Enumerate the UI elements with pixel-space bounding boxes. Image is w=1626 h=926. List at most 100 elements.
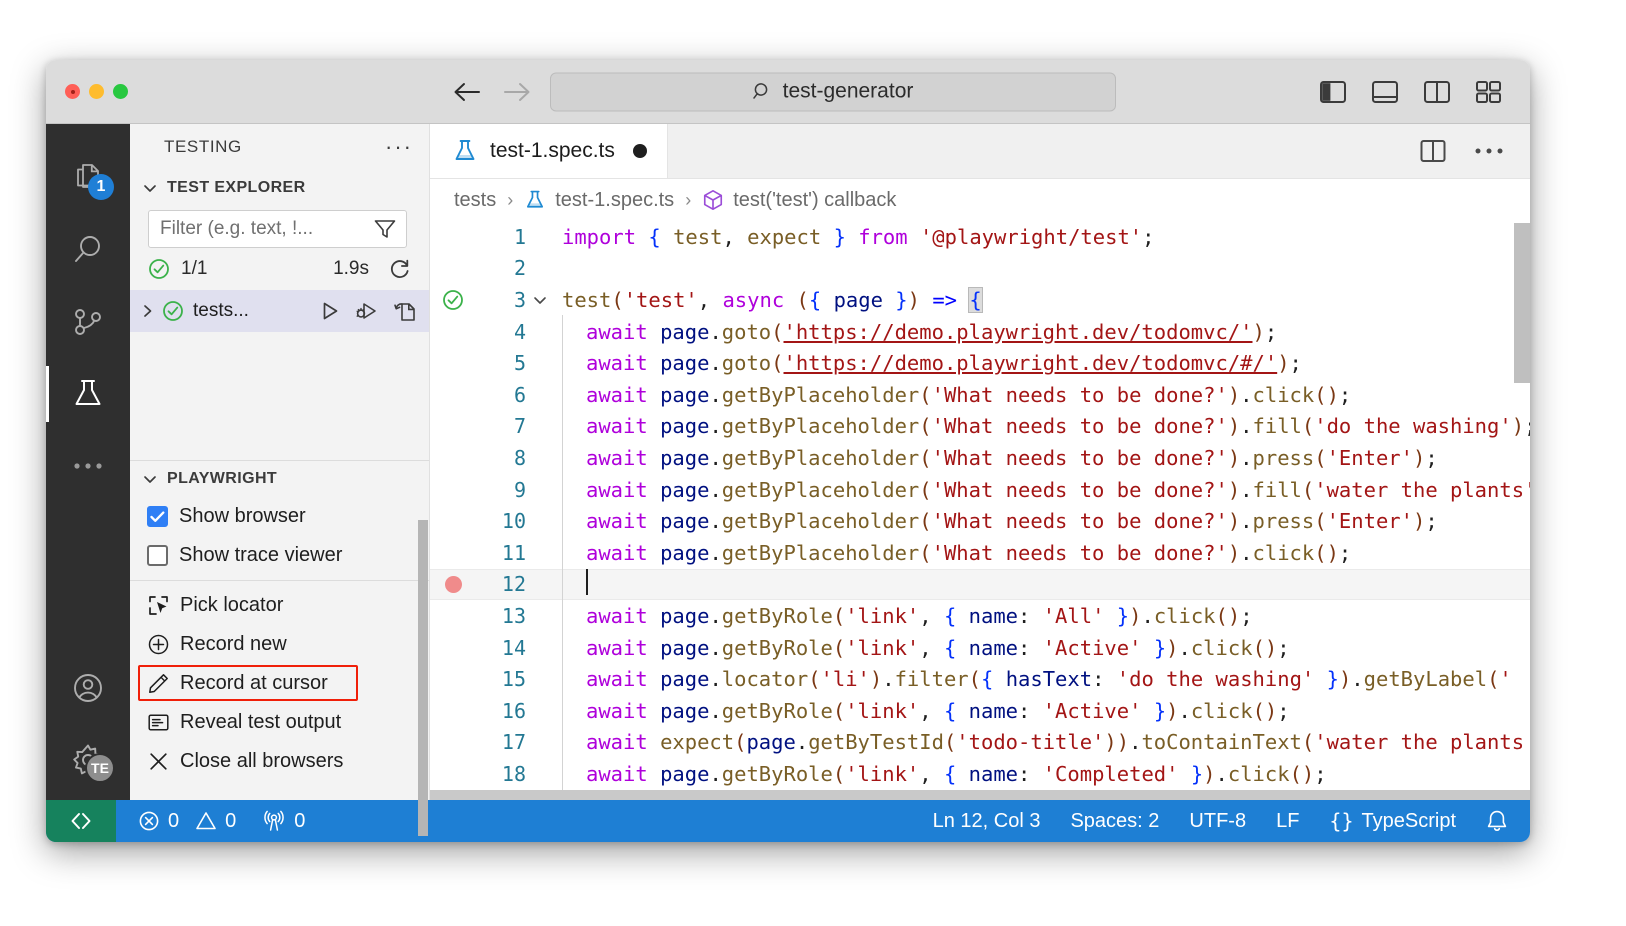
- code-line[interactable]: 17 await expect(page.getByTestId('todo-ti…: [430, 727, 1530, 759]
- code-editor[interactable]: 1 import { test, expect } from '@playwrig…: [430, 221, 1530, 800]
- status-bar-problems[interactable]: 0 0: [138, 810, 236, 833]
- playwright-section-header[interactable]: PLAYWRIGHT: [130, 461, 429, 497]
- code-line[interactable]: 12: [430, 568, 1530, 601]
- test-summary-row: 1/1 1.9s: [130, 248, 429, 290]
- code-line[interactable]: 14 await page.getByRole('link', { name: '…: [430, 632, 1530, 664]
- playwright-action-pick-locator[interactable]: Pick locator: [130, 586, 429, 625]
- beaker-icon: [524, 189, 546, 211]
- show-trace-viewer-checkbox[interactable]: [147, 545, 168, 566]
- code-line[interactable]: 11 await page.getByPlaceholder('What need…: [430, 537, 1530, 569]
- code-line[interactable]: 9 await page.getByPlaceholder('What needs…: [430, 474, 1530, 506]
- code-line[interactable]: 5 await page.goto('https://demo.playwrigh…: [430, 347, 1530, 379]
- activity-bar-item-manage[interactable]: TE: [46, 724, 130, 796]
- show-browser-label: Show browser: [179, 505, 306, 527]
- code-lines: 1 import { test, expect } from '@playwrig…: [430, 221, 1530, 790]
- check-circle-icon: [148, 258, 170, 280]
- close-window-button[interactable]: [65, 84, 80, 99]
- command-center[interactable]: test-generator: [550, 72, 1116, 111]
- activity-bar-bottom: TE: [46, 652, 130, 800]
- activity-bar-item-explorer[interactable]: 1: [46, 142, 130, 214]
- unsaved-indicator-icon[interactable]: [632, 144, 647, 158]
- activity-bar-item-more-views[interactable]: [46, 430, 130, 502]
- code-line[interactable]: 7 await page.getByPlaceholder('What needs…: [430, 411, 1530, 443]
- code-text: await page.getByRole('link', { name: 'Ac…: [552, 699, 1290, 723]
- editor-tab-test-1-spec-ts[interactable]: test-1.spec.ts: [430, 124, 668, 178]
- breadcrumb-item-tests[interactable]: tests: [454, 189, 496, 212]
- playwright-action-close-all-browsers[interactable]: Close all browsers: [130, 742, 429, 781]
- activity-bar-item-accounts[interactable]: [46, 652, 130, 724]
- status-bar-ports[interactable]: 0: [262, 810, 305, 833]
- toggle-panel-button[interactable]: [1372, 80, 1398, 104]
- toggle-secondary-sidebar-button[interactable]: [1424, 80, 1450, 104]
- code-text: await expect(page.getByTestId('todo-titl…: [552, 730, 1524, 754]
- breadcrumb-item-file[interactable]: test-1.spec.ts: [524, 189, 674, 212]
- test-tree-row-actions: [319, 299, 417, 323]
- go-forward-button[interactable]: [502, 77, 532, 107]
- run-continuous-icon[interactable]: [393, 299, 417, 323]
- code-line[interactable]: 13 await page.getByRole('link', { name: '…: [430, 600, 1530, 632]
- breadcrumb-item-symbol[interactable]: test('test') callback: [702, 189, 896, 212]
- breadcrumb-label-1: test-1.spec.ts: [555, 188, 675, 211]
- playwright-action-record-at-cursor[interactable]: Record at cursor: [130, 664, 429, 703]
- status-bar-language-mode[interactable]: {} TypeScript: [1329, 809, 1456, 833]
- status-bar-cursor-position[interactable]: Ln 12, Col 3: [933, 810, 1041, 833]
- status-bar-indentation[interactable]: Spaces: 2: [1070, 810, 1159, 833]
- code-line[interactable]: 15 await page.locator('li').filter({ hasT…: [430, 663, 1530, 695]
- playwright-action-record-new[interactable]: Record new: [130, 625, 429, 664]
- test-tree-row[interactable]: tests...: [130, 290, 429, 332]
- playwright-option-show-browser[interactable]: Show browser: [130, 497, 429, 536]
- editor-scrollbar-thumb[interactable]: [1514, 223, 1530, 383]
- show-browser-checkbox[interactable]: [147, 506, 168, 527]
- search-icon: [752, 82, 772, 101]
- code-text: await page.locator('li').filter({ hasTex…: [552, 667, 1512, 691]
- code-line[interactable]: 1 import { test, expect } from '@playwrig…: [430, 221, 1530, 253]
- fold-chevron-down-icon[interactable]: [528, 292, 552, 308]
- side-bar-more-actions-icon[interactable]: ···: [385, 136, 413, 158]
- status-bar-eol[interactable]: LF: [1276, 810, 1299, 833]
- sidebar-scrollbar[interactable]: [418, 520, 428, 836]
- code-line[interactable]: 6 await page.getByPlaceholder('What needs…: [430, 379, 1530, 411]
- toggle-primary-sidebar-button[interactable]: [1320, 80, 1346, 104]
- line-number: 11: [501, 540, 526, 565]
- breakpoint-icon[interactable]: [430, 575, 476, 593]
- code-line[interactable]: 4 await page.goto('https://demo.playwrigh…: [430, 316, 1530, 348]
- code-line[interactable]: 8 await page.getByPlaceholder('What needs…: [430, 442, 1530, 474]
- activity-bar-item-source-control[interactable]: [46, 286, 130, 358]
- status-bar-encoding[interactable]: UTF-8: [1189, 810, 1246, 833]
- code-line[interactable]: 18 await page.getByRole('link', { name: '…: [430, 758, 1530, 790]
- maximize-window-button[interactable]: [113, 84, 128, 99]
- play-icon[interactable]: [319, 300, 341, 322]
- test-explorer-section-header[interactable]: TEST EXPLORER: [130, 170, 429, 206]
- refresh-icon[interactable]: [389, 258, 411, 280]
- command-center-text: test-generator: [782, 79, 914, 103]
- ports-count: 0: [294, 809, 306, 832]
- go-back-button[interactable]: [452, 77, 482, 107]
- code-line[interactable]: 16 await page.getByRole('link', { name: '…: [430, 695, 1530, 727]
- customize-layout-button[interactable]: [1476, 80, 1502, 104]
- minimize-window-button[interactable]: [89, 84, 104, 99]
- editor-more-actions-icon[interactable]: [1474, 146, 1504, 156]
- activity-bar-item-testing[interactable]: [46, 358, 130, 430]
- test-filter-box[interactable]: [148, 210, 407, 248]
- test-tree-row-label: tests...: [193, 300, 249, 321]
- test-filter-input[interactable]: [160, 218, 373, 240]
- chevron-down-icon: [141, 179, 159, 197]
- code-line[interactable]: 10 await page.getByPlaceholder('What need…: [430, 505, 1530, 537]
- activity-bar-item-search[interactable]: [46, 214, 130, 286]
- check-circle-icon: [162, 300, 184, 322]
- test-pass-gutter-icon[interactable]: [430, 289, 476, 311]
- playwright-option-show-trace-viewer[interactable]: Show trace viewer: [130, 536, 429, 575]
- code-line[interactable]: 2: [430, 253, 1530, 285]
- editor-horizontal-scrollbar[interactable]: [430, 790, 1530, 800]
- plus-circle-icon: [147, 634, 169, 655]
- remote-indicator[interactable]: [46, 800, 116, 842]
- filter-icon[interactable]: [373, 218, 397, 240]
- remote-indicator-icon: [68, 811, 94, 831]
- code-line[interactable]: 3 test('test', async ({ page }) => {: [430, 284, 1530, 316]
- editor-vertical-scrollbar[interactable]: [1514, 221, 1530, 800]
- playwright-action-reveal-test-output[interactable]: Reveal test output: [130, 703, 429, 742]
- chevron-right-icon[interactable]: [140, 302, 156, 320]
- debug-icon[interactable]: [355, 300, 379, 322]
- status-bar-notifications[interactable]: [1486, 809, 1508, 833]
- split-editor-icon[interactable]: [1420, 139, 1446, 163]
